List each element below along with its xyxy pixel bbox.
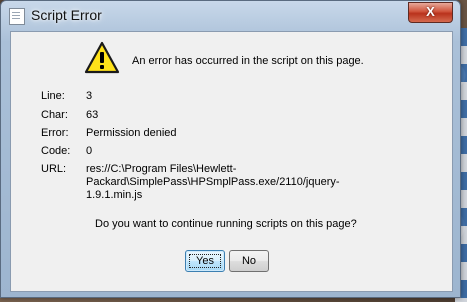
char-label: Char:	[41, 109, 68, 121]
line-value: 3	[86, 90, 93, 102]
code-value: 0	[86, 145, 93, 157]
no-button[interactable]: No	[229, 250, 269, 272]
error-value: Permission denied	[86, 127, 177, 139]
code-label: Code:	[41, 145, 71, 157]
continue-question: Do you want to continue running scripts …	[95, 218, 357, 230]
line-label: Line:	[41, 90, 65, 102]
script-error-dialog: Script Error X An error has occurred in …	[0, 0, 461, 298]
url-label: URL:	[41, 163, 67, 175]
close-button[interactable]: X	[408, 2, 453, 23]
no-button-label: No	[241, 255, 257, 267]
script-document-icon	[9, 8, 25, 25]
window-title: Script Error	[31, 7, 102, 23]
yes-button-label: Yes	[196, 255, 214, 267]
error-message: An error has occurred in the script on t…	[132, 55, 364, 67]
error-label: Error:	[41, 127, 69, 139]
dialog-body: An error has occurred in the script on t…	[10, 31, 453, 292]
url-value: res://C:\Program Files\Hewlett-Packard\S…	[86, 163, 340, 201]
warning-triangle-icon	[84, 41, 120, 74]
title-bar[interactable]: Script Error X	[1, 1, 460, 31]
close-icon: X	[426, 4, 435, 19]
yes-button[interactable]: Yes	[185, 250, 225, 272]
char-value: 63	[86, 109, 99, 121]
